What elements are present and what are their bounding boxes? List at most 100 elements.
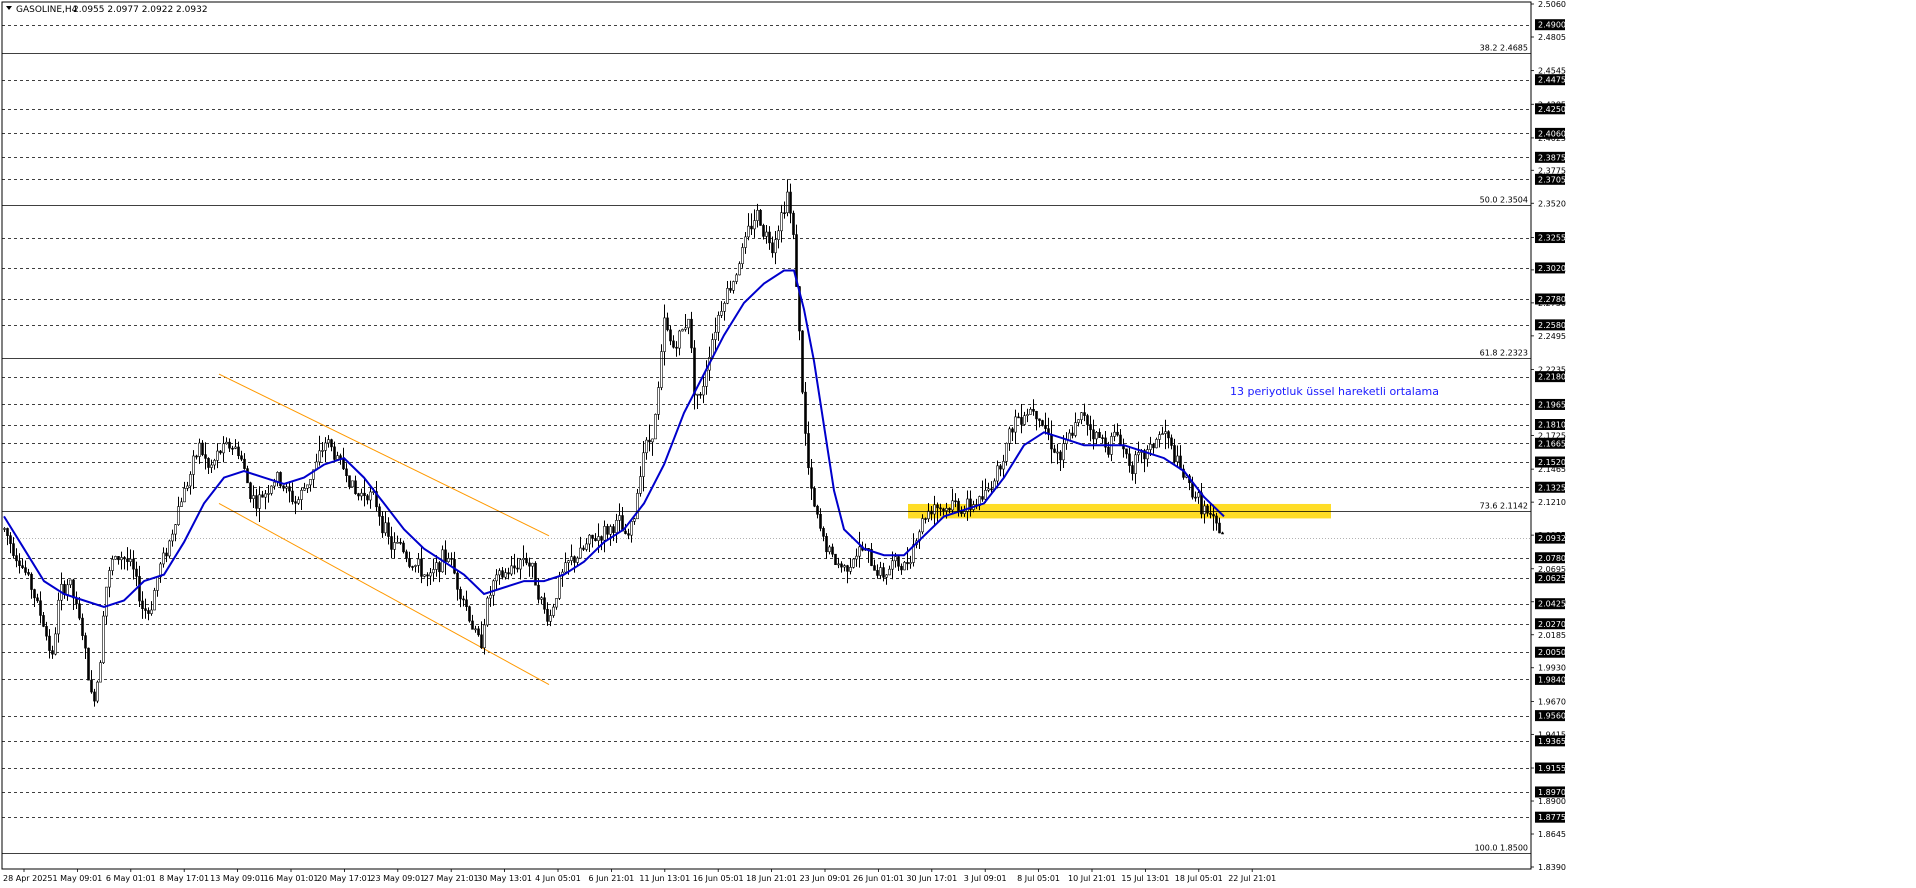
- candle-body: [981, 496, 984, 500]
- candle-body: [213, 460, 216, 466]
- candle-body: [786, 191, 789, 214]
- ema-annotation: 13 periyotluk üssel hareketli ortalama: [1230, 385, 1439, 398]
- time-tick-label: 20 May 17:01: [317, 874, 372, 883]
- candle-body: [252, 495, 255, 499]
- candle-body: [774, 239, 777, 254]
- price-level-tag-label: 2.1520: [1538, 458, 1566, 467]
- candle-body: [594, 538, 597, 541]
- candle-body: [717, 315, 720, 333]
- candle-body: [1179, 455, 1182, 470]
- candle-body: [303, 488, 306, 491]
- candle-body: [357, 493, 360, 497]
- candle-body: [102, 615, 105, 663]
- candle-body: [15, 555, 18, 562]
- candle-body: [360, 492, 363, 497]
- price-level-tag-label: 1.9840: [1538, 675, 1566, 684]
- price-channel: [218, 373, 550, 686]
- candle-body: [177, 506, 180, 525]
- candle-body: [927, 510, 930, 520]
- price-tick-label: 1.9930: [1538, 664, 1566, 673]
- time-tick-label: 23 Jun 09:01: [800, 874, 851, 883]
- candle-body: [1050, 434, 1053, 450]
- candle-body: [1083, 412, 1086, 416]
- candle-body: [828, 546, 831, 553]
- candle-body: [120, 557, 123, 561]
- candle-body: [429, 572, 432, 577]
- candle-body: [1080, 412, 1083, 420]
- candle-body: [417, 558, 420, 566]
- candle-body: [765, 231, 768, 237]
- candle-body: [150, 609, 153, 614]
- candle-body: [1008, 428, 1011, 444]
- candle-body: [1086, 415, 1089, 425]
- price-level-tag-label: 2.1810: [1538, 421, 1566, 430]
- candle-body: [318, 450, 321, 463]
- price-tick-label: 1.8645: [1538, 830, 1566, 839]
- candle-body: [474, 628, 477, 631]
- candle-body: [1128, 453, 1131, 466]
- fibonacci-label: 73.6 2.1142: [1480, 502, 1528, 511]
- candle-body: [321, 450, 324, 452]
- candle-body: [219, 450, 222, 454]
- candle-body: [852, 558, 855, 568]
- candle-body: [495, 574, 498, 582]
- candle-body: [747, 225, 750, 238]
- candle-body: [726, 288, 729, 304]
- price-chart[interactable]: 38.2 2.4685 50.0 2.3504 61.8 2.2323 73.6 2.…: [0, 0, 1916, 888]
- candle-body: [690, 318, 693, 349]
- price-level-tag-label: 2.3705: [1538, 175, 1566, 184]
- candle-body: [516, 567, 519, 570]
- candle-body: [558, 575, 561, 599]
- candle-body: [606, 526, 609, 535]
- candle-body: [171, 533, 174, 542]
- candle-body: [639, 476, 642, 494]
- candle-body: [168, 540, 171, 557]
- candle-body: [762, 225, 765, 237]
- candle-body: [255, 495, 258, 509]
- candle-body: [228, 441, 231, 449]
- time-tick-label: 23 May 09:01: [370, 874, 425, 883]
- candle-body: [1053, 448, 1056, 453]
- candle-body: [1032, 409, 1035, 412]
- price-level-tag-label: 2.2180: [1538, 373, 1566, 382]
- price-level-tag-label: 2.2580: [1538, 321, 1566, 330]
- candle-body: [531, 562, 534, 567]
- candle-body: [432, 569, 435, 574]
- candle-body: [741, 247, 744, 265]
- candle-body: [780, 212, 783, 232]
- candle-body: [894, 556, 897, 562]
- candle-body: [879, 567, 882, 576]
- candle-body: [324, 442, 327, 451]
- candle-body: [105, 586, 108, 617]
- candle-body: [846, 565, 849, 572]
- price-level-tag-label: 2.0425: [1538, 600, 1566, 609]
- candle-body: [45, 626, 48, 637]
- price-level-tag-label: 2.4250: [1538, 105, 1566, 114]
- candle-body: [822, 528, 825, 537]
- candle-body: [900, 565, 903, 571]
- candle-body: [858, 546, 861, 557]
- chevron-down-icon[interactable]: [6, 6, 12, 10]
- candle-body: [687, 318, 690, 329]
- candle-body: [756, 209, 759, 221]
- candle-body: [1011, 428, 1014, 433]
- candle-body: [1125, 448, 1128, 455]
- candle-body: [693, 347, 696, 396]
- candle-body: [831, 546, 834, 555]
- candle-body: [777, 230, 780, 240]
- candle-body: [186, 485, 189, 489]
- time-tick-label: 30 May 13:01: [477, 874, 532, 883]
- candle-body: [504, 572, 507, 578]
- candle-body: [1092, 429, 1095, 440]
- candle-body: [906, 562, 909, 565]
- candle-body: [525, 558, 528, 564]
- candle-body: [129, 558, 132, 562]
- candle-body: [333, 446, 336, 460]
- fibonacci-label: 38.2 2.4685: [1480, 44, 1528, 53]
- candle-body: [876, 570, 879, 576]
- candle-body: [399, 541, 402, 544]
- candle-body: [732, 281, 735, 291]
- candle-body: [285, 486, 288, 489]
- candle-body: [801, 330, 804, 393]
- candle-body: [753, 220, 756, 230]
